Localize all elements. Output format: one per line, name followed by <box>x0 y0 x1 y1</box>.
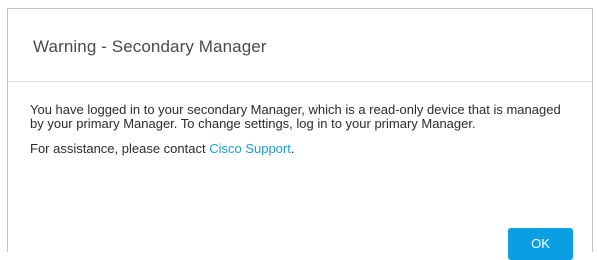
dialog-header: Warning - Secondary Manager <box>8 9 592 82</box>
dialog-title: Warning - Secondary Manager <box>33 37 267 56</box>
dialog-message: You have logged in to your secondary Man… <box>30 102 561 131</box>
dialog-body: You have logged in to your secondary Man… <box>8 82 592 156</box>
assistance-suffix: . <box>290 141 295 156</box>
warning-dialog: Warning - Secondary Manager You have log… <box>7 8 593 252</box>
ok-button[interactable]: OK <box>508 228 573 260</box>
cisco-support-link[interactable]: Cisco Support <box>209 141 291 156</box>
assistance-text: For assistance, please contact Cisco Sup… <box>30 142 570 156</box>
assistance-prefix: For assistance, please contact <box>30 141 210 156</box>
